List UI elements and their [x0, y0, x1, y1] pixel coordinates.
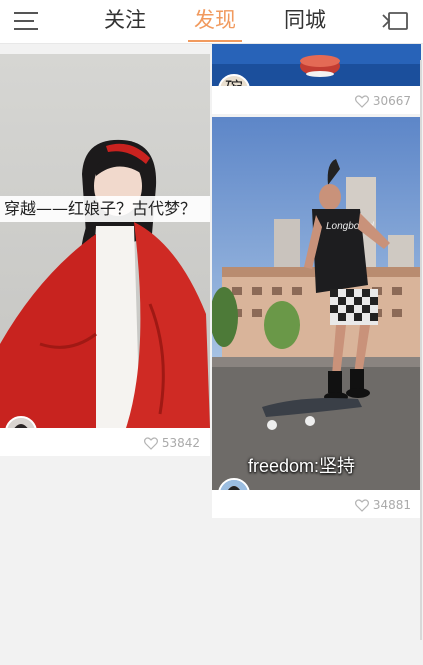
heart-icon — [143, 436, 158, 450]
scrollbar[interactable] — [420, 60, 422, 640]
message-icon[interactable] — [381, 11, 409, 31]
feed-card[interactable]: 穿越——红娘子？古代梦？ 53842 — [0, 54, 210, 456]
tab-bar: 关注 发现 同城 — [90, 0, 340, 44]
tab-following[interactable]: 关注 — [90, 0, 160, 44]
like-count: 53842 — [161, 436, 200, 450]
card-caption: 穿越——红娘子？古代梦？ — [0, 196, 210, 222]
heart-icon — [354, 94, 369, 108]
like-count: 30667 — [372, 94, 411, 108]
tab-discover[interactable]: 发现 — [180, 0, 250, 44]
menu-icon[interactable] — [12, 10, 40, 32]
tab-nearby[interactable]: 同城 — [270, 0, 340, 44]
like-button[interactable]: 34881 — [354, 498, 411, 512]
like-button[interactable]: 30667 — [354, 94, 411, 108]
top-nav-bar: 关注 发现 同城 — [0, 0, 423, 44]
feed-card[interactable]: 碗 30667 — [212, 44, 421, 114]
card-caption: freedom:坚持 — [248, 456, 356, 476]
card-cover-image: Longboard — [212, 117, 421, 490]
like-count: 34881 — [372, 498, 411, 512]
feed-card[interactable]: Longboard freedom:坚持 34881 — [212, 117, 421, 518]
like-button[interactable]: 53842 — [143, 436, 200, 450]
card-cover-image — [0, 54, 210, 428]
heart-icon — [354, 498, 369, 512]
